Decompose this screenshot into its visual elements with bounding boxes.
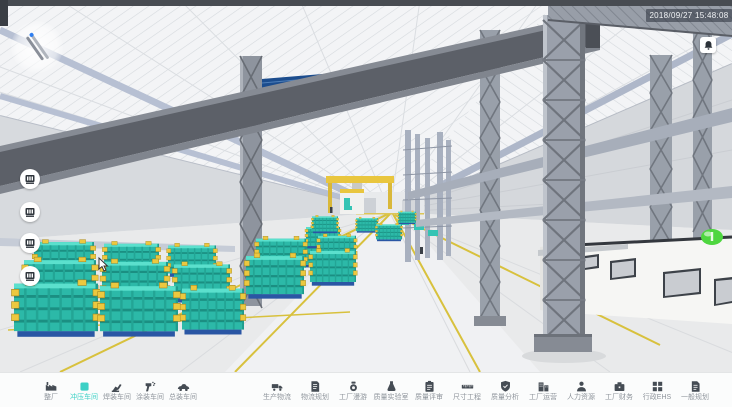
truck-icon bbox=[271, 379, 284, 393]
tab-assembly-workshop[interactable]: 总装车间 bbox=[168, 379, 198, 402]
person-icon bbox=[575, 379, 588, 393]
stamping-workshop-icon bbox=[78, 379, 91, 393]
module-logistics-planning[interactable]: 物流规划 bbox=[300, 379, 330, 402]
module-label: 工厂财务 bbox=[605, 394, 633, 402]
document-icon bbox=[689, 379, 702, 393]
bell-icon bbox=[703, 40, 714, 51]
module-label: 质量实验室 bbox=[374, 394, 409, 402]
module-label: 一般规划 bbox=[681, 394, 709, 402]
workshop-tabs: 整厂 冲压车间 焊装车间 涂装车间 总装车间 bbox=[36, 379, 198, 402]
module-label: 质量分析 bbox=[491, 394, 519, 402]
assembly-workshop-icon bbox=[177, 379, 190, 393]
module-label: 工厂运营 bbox=[529, 394, 557, 402]
logistics-plan-icon bbox=[309, 379, 322, 393]
grid-icon bbox=[651, 379, 664, 393]
machine-quick-button-3[interactable] bbox=[20, 233, 40, 253]
module-dimension-engineering[interactable]: 尺寸工程 bbox=[452, 379, 482, 402]
factory-icon bbox=[45, 379, 58, 393]
module-label: 尺寸工程 bbox=[453, 394, 481, 402]
tab-label: 整厂 bbox=[44, 394, 58, 402]
tab-label: 冲压车间 bbox=[70, 394, 98, 402]
module-label: 行政EHS bbox=[643, 394, 671, 402]
building-icon bbox=[537, 379, 550, 393]
module-quality-analysis[interactable]: 质量分析 bbox=[490, 379, 520, 402]
compass-widget[interactable] bbox=[11, 21, 63, 73]
module-human-resources[interactable]: 人力资源 bbox=[566, 379, 596, 402]
tab-label: 焊装车间 bbox=[103, 394, 131, 402]
press-machine-icon bbox=[24, 270, 36, 282]
module-label: 人力资源 bbox=[567, 394, 595, 402]
module-factory-finance[interactable]: 工厂财务 bbox=[604, 379, 634, 402]
ruler-icon bbox=[461, 379, 474, 393]
painting-workshop-icon bbox=[144, 379, 157, 393]
module-admin-ehs[interactable]: 行政EHS bbox=[642, 379, 672, 402]
module-general-planning[interactable]: 一般规划 bbox=[680, 379, 710, 402]
scene-3d-viewport[interactable] bbox=[0, 0, 732, 372]
module-buttons: 生产物流 物流规划 工厂漫游 质量实验室 质量评审 尺寸工程 bbox=[262, 379, 710, 402]
tab-welding-workshop[interactable]: 焊装车间 bbox=[102, 379, 132, 402]
module-factory-operations[interactable]: 工厂运营 bbox=[528, 379, 558, 402]
lab-flask-icon bbox=[385, 379, 398, 393]
press-machine-icon bbox=[24, 173, 36, 185]
tab-label: 涂装车间 bbox=[136, 394, 164, 402]
tab-whole-factory[interactable]: 整厂 bbox=[36, 379, 66, 402]
roam-camera-icon bbox=[347, 379, 360, 393]
tab-label: 总装车间 bbox=[169, 394, 197, 402]
app-window: 2018/09/27 15:48:08 整厂 冲压车间 焊装车间 涂装车间 bbox=[0, 0, 732, 407]
welding-workshop-icon bbox=[111, 379, 124, 393]
module-quality-lab[interactable]: 质量实验室 bbox=[376, 379, 406, 402]
machine-quick-button-1[interactable] bbox=[20, 169, 40, 189]
briefcase-icon bbox=[613, 379, 626, 393]
tab-stamping-workshop[interactable]: 冲压车间 bbox=[69, 379, 99, 402]
module-label: 工厂漫游 bbox=[339, 394, 367, 402]
bottom-toolbar: 整厂 冲压车间 焊装车间 涂装车间 总装车间 生产物流 bbox=[0, 372, 732, 407]
compass-needle-icon bbox=[11, 21, 63, 73]
module-production-logistics[interactable]: 生产物流 bbox=[262, 379, 292, 402]
shield-check-icon bbox=[499, 379, 512, 393]
review-clipboard-icon bbox=[423, 379, 436, 393]
module-factory-roam[interactable]: 工厂漫游 bbox=[338, 379, 368, 402]
tab-painting-workshop[interactable]: 涂装车间 bbox=[135, 379, 165, 402]
press-machine-icon bbox=[24, 206, 36, 218]
machine-quick-button-2[interactable] bbox=[20, 202, 40, 222]
notification-button[interactable] bbox=[700, 37, 716, 53]
machine-quick-button-4[interactable] bbox=[20, 266, 40, 286]
green-status-balloon[interactable] bbox=[701, 229, 723, 245]
module-label: 生产物流 bbox=[263, 394, 291, 402]
module-quality-review[interactable]: 质量评审 bbox=[414, 379, 444, 402]
press-machine-icon bbox=[24, 237, 36, 249]
timestamp: 2018/09/27 15:48:08 bbox=[646, 9, 732, 22]
module-label: 物流规划 bbox=[301, 394, 329, 402]
module-label: 质量评审 bbox=[415, 394, 443, 402]
